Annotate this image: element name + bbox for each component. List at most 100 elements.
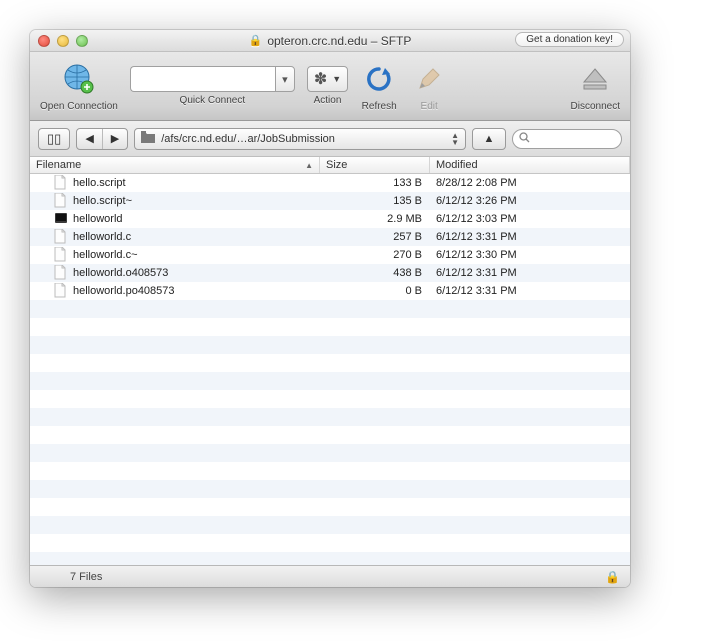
path-text: /afs/crc.nd.edu/…ar/JobSubmission — [161, 133, 335, 145]
minimize-window-button[interactable] — [57, 35, 69, 47]
history-segment: ◀ ▶ — [76, 128, 128, 150]
open-connection-label: Open Connection — [40, 101, 118, 112]
folder-icon — [141, 131, 155, 146]
main-toolbar: Open Connection ▾ Quick Connect ✽ ▼ Acti… — [30, 52, 630, 121]
file-icon — [54, 229, 68, 245]
empty-row — [30, 498, 630, 516]
empty-row — [30, 552, 630, 565]
empty-row — [30, 480, 630, 498]
file-row[interactable]: hello.script~ 135 B6/12/12 3:26 PM — [30, 192, 630, 210]
file-size: 135 B — [320, 195, 430, 207]
triangle-up-icon: ▲ — [484, 133, 495, 145]
refresh-label: Refresh — [362, 101, 397, 112]
file-row[interactable]: helloworld.po408573 0 B6/12/12 3:31 PM — [30, 282, 630, 300]
status-bar: 7 Files 🔒 — [30, 565, 630, 587]
back-button[interactable]: ◀ — [77, 129, 102, 149]
pencil-icon — [416, 66, 442, 92]
file-row[interactable]: helloworld.c257 B6/12/12 3:31 PM — [30, 228, 630, 246]
file-size: 133 B — [320, 177, 430, 189]
file-name: helloworld.c~ — [73, 249, 138, 261]
status-count: 7 Files — [70, 571, 102, 583]
refresh-button[interactable] — [360, 60, 398, 98]
file-modified: 6/12/12 3:26 PM — [430, 195, 630, 207]
file-modified: 6/12/12 3:31 PM — [430, 285, 630, 297]
search-input[interactable] — [534, 133, 614, 145]
column-filename[interactable]: Filename ▲ — [30, 157, 320, 173]
file-size: 0 B — [320, 285, 430, 297]
column-header: Filename ▲ Size Modified — [30, 157, 630, 174]
quick-connect-field: ▾ — [130, 66, 295, 92]
column-size[interactable]: Size — [320, 157, 430, 173]
file-row[interactable]: helloworld 2.9 MB6/12/12 3:03 PM — [30, 210, 630, 228]
file-name: helloworld.o408573 — [73, 267, 168, 279]
column-modified[interactable]: Modified — [430, 157, 630, 173]
zoom-window-button[interactable] — [76, 35, 88, 47]
file-name: helloworld.po408573 — [73, 285, 175, 297]
empty-row — [30, 516, 630, 534]
edit-label: Edit — [421, 101, 438, 112]
eject-icon — [580, 66, 610, 92]
file-modified: 6/12/12 3:31 PM — [430, 231, 630, 243]
file-icon — [54, 265, 68, 281]
go-up-button[interactable]: ▲ — [472, 128, 506, 150]
file-size: 2.9 MB — [320, 213, 430, 225]
sort-asc-icon: ▲ — [305, 161, 313, 170]
disconnect-button[interactable] — [576, 60, 614, 98]
traffic-lights — [38, 35, 88, 47]
action-label: Action — [314, 95, 342, 106]
donation-button[interactable]: Get a donation key! — [515, 32, 624, 47]
empty-row — [30, 426, 630, 444]
quick-connect-input[interactable] — [130, 66, 275, 92]
quick-connect-menu-button[interactable]: ▾ — [275, 66, 295, 92]
empty-row — [30, 462, 630, 480]
empty-row — [30, 390, 630, 408]
empty-row — [30, 354, 630, 372]
book-icon: ▯▯ — [47, 131, 61, 147]
path-dropdown[interactable]: /afs/crc.nd.edu/…ar/JobSubmission ▲▼ — [134, 128, 466, 150]
file-name: helloworld — [73, 213, 123, 225]
search-field[interactable] — [512, 129, 622, 149]
file-size: 257 B — [320, 231, 430, 243]
file-row[interactable]: helloworld.o408573438 B6/12/12 3:31 PM — [30, 264, 630, 282]
file-name: hello.script~ — [73, 195, 132, 207]
file-modified: 8/28/12 2:08 PM — [430, 177, 630, 189]
bookmarks-button[interactable]: ▯▯ — [38, 128, 70, 150]
chevron-down-icon: ▼ — [332, 74, 341, 84]
file-row[interactable]: hello.script 133 B8/28/12 2:08 PM — [30, 174, 630, 192]
file-icon — [54, 193, 68, 209]
disconnect-label: Disconnect — [571, 101, 620, 112]
triangle-right-icon: ▶ — [111, 132, 119, 145]
refresh-icon — [365, 65, 393, 93]
empty-row — [30, 534, 630, 552]
search-icon — [519, 132, 530, 146]
lock-icon: 🔒 — [249, 34, 263, 47]
file-modified: 6/12/12 3:03 PM — [430, 213, 630, 225]
empty-row — [30, 444, 630, 462]
file-modified: 6/12/12 3:30 PM — [430, 249, 630, 261]
app-window: 🔒 opteron.crc.nd.edu – SFTP Get a donati… — [30, 30, 630, 587]
file-name: hello.script — [73, 177, 126, 189]
action-button[interactable]: ✽ ▼ — [307, 66, 348, 92]
lock-icon: 🔒 — [605, 570, 620, 584]
empty-row — [30, 336, 630, 354]
file-icon — [54, 247, 68, 263]
close-window-button[interactable] — [38, 35, 50, 47]
terminal-icon — [54, 211, 68, 227]
file-icon — [54, 283, 68, 299]
titlebar: 🔒 opteron.crc.nd.edu – SFTP Get a donati… — [30, 30, 630, 52]
file-row[interactable]: helloworld.c~ 270 B6/12/12 3:30 PM — [30, 246, 630, 264]
navigation-bar: ▯▯ ◀ ▶ /afs/crc.nd.edu/…ar/JobSubmission… — [30, 121, 630, 157]
forward-button[interactable]: ▶ — [103, 129, 127, 149]
updown-icon: ▲▼ — [451, 132, 459, 146]
file-icon — [54, 175, 68, 191]
empty-row — [30, 318, 630, 336]
file-listing[interactable]: hello.script133 B8/28/12 2:08 PMhello.sc… — [30, 174, 630, 565]
window-title-text: opteron.crc.nd.edu – SFTP — [267, 34, 411, 48]
edit-button[interactable] — [410, 60, 448, 98]
file-size: 438 B — [320, 267, 430, 279]
empty-row — [30, 372, 630, 390]
file-size: 270 B — [320, 249, 430, 261]
open-connection-button[interactable] — [60, 60, 98, 98]
empty-row — [30, 300, 630, 318]
triangle-left-icon: ◀ — [85, 132, 93, 145]
